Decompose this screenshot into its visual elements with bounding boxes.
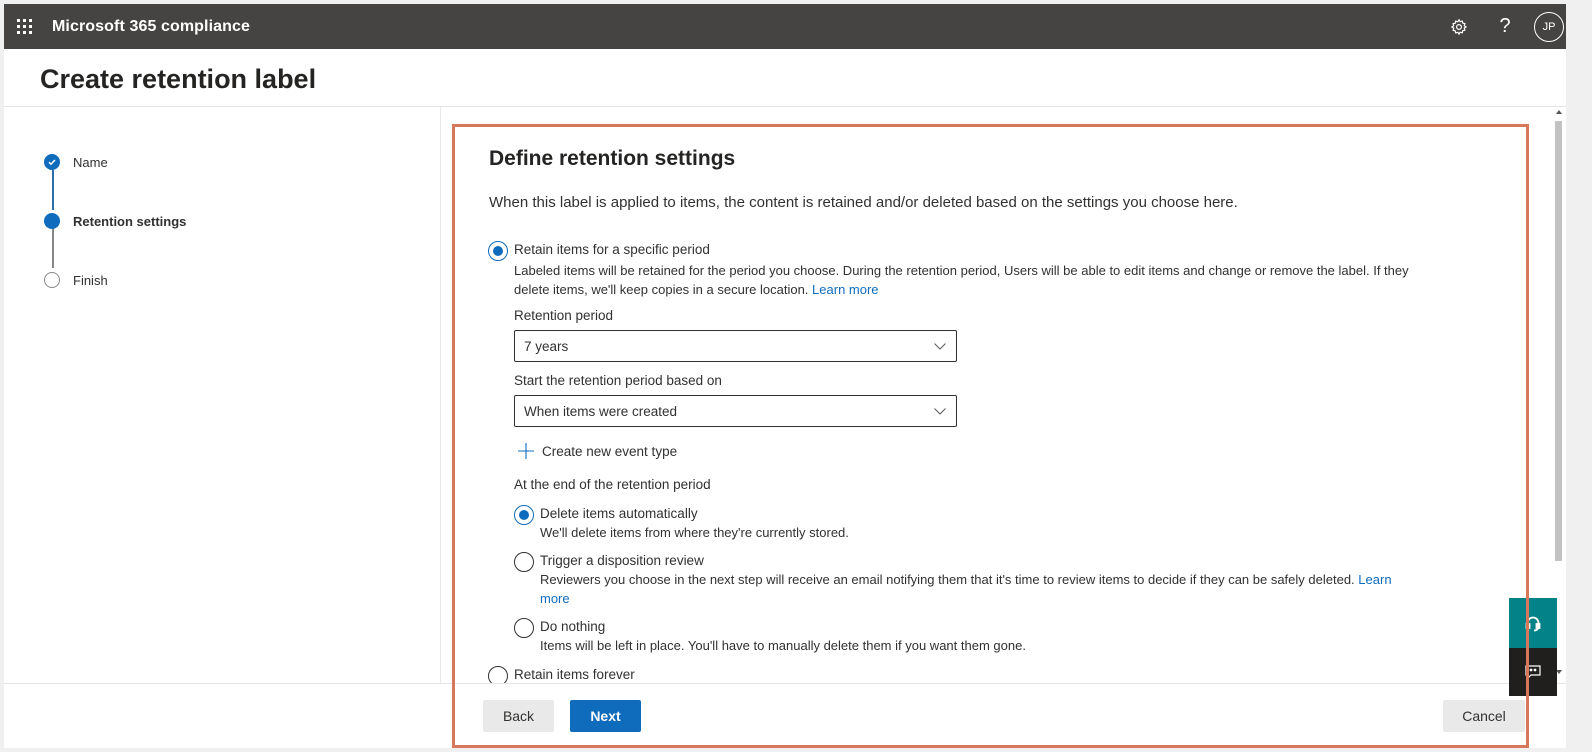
start-based-on-label: Start the retention period based on <box>514 373 722 388</box>
app-launcher-icon <box>16 19 32 34</box>
next-button[interactable]: Next <box>570 700 641 732</box>
retention-settings-form: Define retention settings When this labe… <box>442 107 1552 683</box>
learn-more-link[interactable]: Learn more <box>812 282 878 297</box>
page-header: Create retention label <box>4 49 1566 107</box>
topbar-actions: ? JP <box>1436 4 1566 49</box>
intro-text: When this label is applied to items, the… <box>489 194 1238 211</box>
app-launcher-button[interactable] <box>4 4 44 49</box>
radio-do-nothing[interactable] <box>514 618 534 638</box>
top-navigation-bar: Microsoft 365 compliance ? JP <box>4 4 1566 49</box>
settings-button[interactable] <box>1436 4 1482 49</box>
scrollbar-thumb[interactable] <box>1555 121 1562 561</box>
dropdown-value: 7 years <box>524 338 569 354</box>
step-connector-pending <box>52 228 54 268</box>
retain-forever-option[interactable]: Retain items forever <box>488 666 635 683</box>
current-step-dot-icon <box>44 213 60 229</box>
help-question-icon: ? <box>1499 15 1511 37</box>
option-label: Retain items for a specific period <box>514 242 710 257</box>
headset-icon <box>1525 616 1541 632</box>
section-title: Define retention settings <box>489 147 736 170</box>
retention-period-dropdown[interactable]: 7 years <box>514 330 957 362</box>
option-description: Labeled items will be retained for the p… <box>514 263 1409 297</box>
app-title[interactable]: Microsoft 365 compliance <box>52 18 250 36</box>
wizard-steps-panel: Name Retention settings Finish <box>4 107 441 683</box>
option-description: We'll delete items from where they're cu… <box>540 525 849 540</box>
chevron-down-icon <box>934 343 946 350</box>
feedback-chat-icon <box>1525 665 1541 679</box>
plus-icon <box>518 443 534 459</box>
scroll-up-arrow-icon[interactable] <box>1556 110 1562 114</box>
create-new-event-type-button[interactable]: Create new event type <box>518 443 677 459</box>
step-label: Finish <box>73 272 108 288</box>
trigger-disposition-review-option[interactable]: Trigger a disposition review Reviewers y… <box>514 552 1460 608</box>
start-based-on-dropdown[interactable]: When items were created <box>514 395 957 427</box>
step-label: Retention settings <box>73 213 187 229</box>
option-label: Trigger a disposition review <box>540 553 704 568</box>
page-title: Create retention label <box>40 64 317 94</box>
wizard-footer: Back Next Cancel <box>4 683 1566 748</box>
radio-trigger-disposition-review[interactable] <box>514 552 534 572</box>
feedback-button[interactable] <box>1509 648 1557 696</box>
option-label: Retain items forever <box>514 667 635 682</box>
cancel-button[interactable]: Cancel <box>1443 700 1525 732</box>
delete-automatically-option[interactable]: Delete items automatically We'll delete … <box>514 505 849 542</box>
create-new-event-type-label: Create new event type <box>542 443 678 459</box>
checkmark-circle-icon <box>44 154 60 170</box>
dropdown-value: When items were created <box>524 403 678 419</box>
vertical-scrollbar[interactable] <box>1552 107 1566 683</box>
retention-period-label: Retention period <box>514 308 614 323</box>
wizard-step-retention-settings[interactable]: Retention settings <box>44 213 186 229</box>
option-description: Reviewers you choose in the next step wi… <box>540 572 1392 606</box>
radio-delete-automatically[interactable] <box>514 505 534 525</box>
end-of-period-label: At the end of the retention period <box>514 477 711 492</box>
step-label: Name <box>73 154 108 170</box>
chevron-down-icon <box>934 408 946 415</box>
radio-retain-forever[interactable] <box>488 666 508 683</box>
wizard-step-name[interactable]: Name <box>44 154 108 170</box>
step-connector-completed <box>52 170 54 210</box>
settings-gear-icon <box>1450 18 1468 35</box>
option-label: Do nothing <box>540 619 606 634</box>
help-button[interactable]: ? <box>1482 4 1528 49</box>
option-label: Delete items automatically <box>540 506 698 521</box>
do-nothing-option[interactable]: Do nothing Items will be left in place. … <box>514 618 1026 655</box>
app-window: Microsoft 365 compliance ? JP Create ret… <box>4 4 1566 748</box>
help-support-button[interactable] <box>1509 598 1557 648</box>
user-avatar[interactable]: JP <box>1534 11 1564 42</box>
option-description: Items will be left in place. You'll have… <box>540 638 1026 653</box>
back-button[interactable]: Back <box>483 700 554 732</box>
radio-retain-specific-period[interactable] <box>488 241 508 261</box>
retain-specific-period-option[interactable]: Retain items for a specific period Label… <box>488 241 1409 299</box>
pending-step-circle-icon <box>44 272 60 288</box>
wizard-step-finish[interactable]: Finish <box>44 272 108 288</box>
